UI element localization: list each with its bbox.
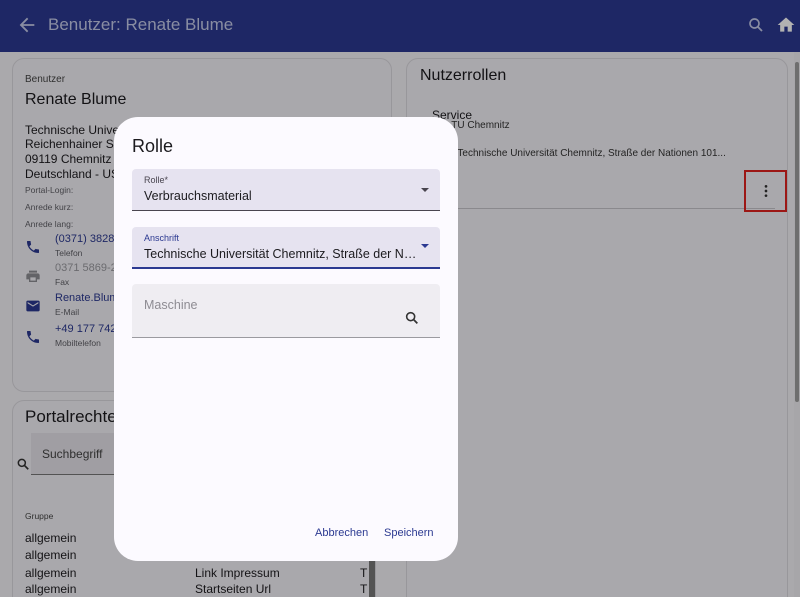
anschrift-value: Technische Universität Chemnitz, Straße … [144,247,420,261]
save-button[interactable]: Speichern [384,527,434,539]
rolle-dialog: Rolle Rolle* Verbrauchsmaterial Anschrif… [114,117,458,561]
anschrift-select[interactable]: Anschrift Technische Universität Chemnit… [132,227,440,269]
search-icon[interactable] [404,310,420,326]
chevron-down-icon [421,244,429,248]
chevron-down-icon [421,188,429,192]
maschine-field[interactable]: Maschine [132,284,440,338]
rolle-select[interactable]: Rolle* Verbrauchsmaterial [132,169,440,211]
rolle-value: Verbrauchsmaterial [144,189,252,203]
maschine-placeholder: Maschine [144,298,198,312]
dialog-title: Rolle [132,136,174,156]
rolle-label: Rolle* [144,175,169,185]
anschrift-label: Anschrift [144,233,180,243]
cancel-button[interactable]: Abbrechen [315,527,368,539]
